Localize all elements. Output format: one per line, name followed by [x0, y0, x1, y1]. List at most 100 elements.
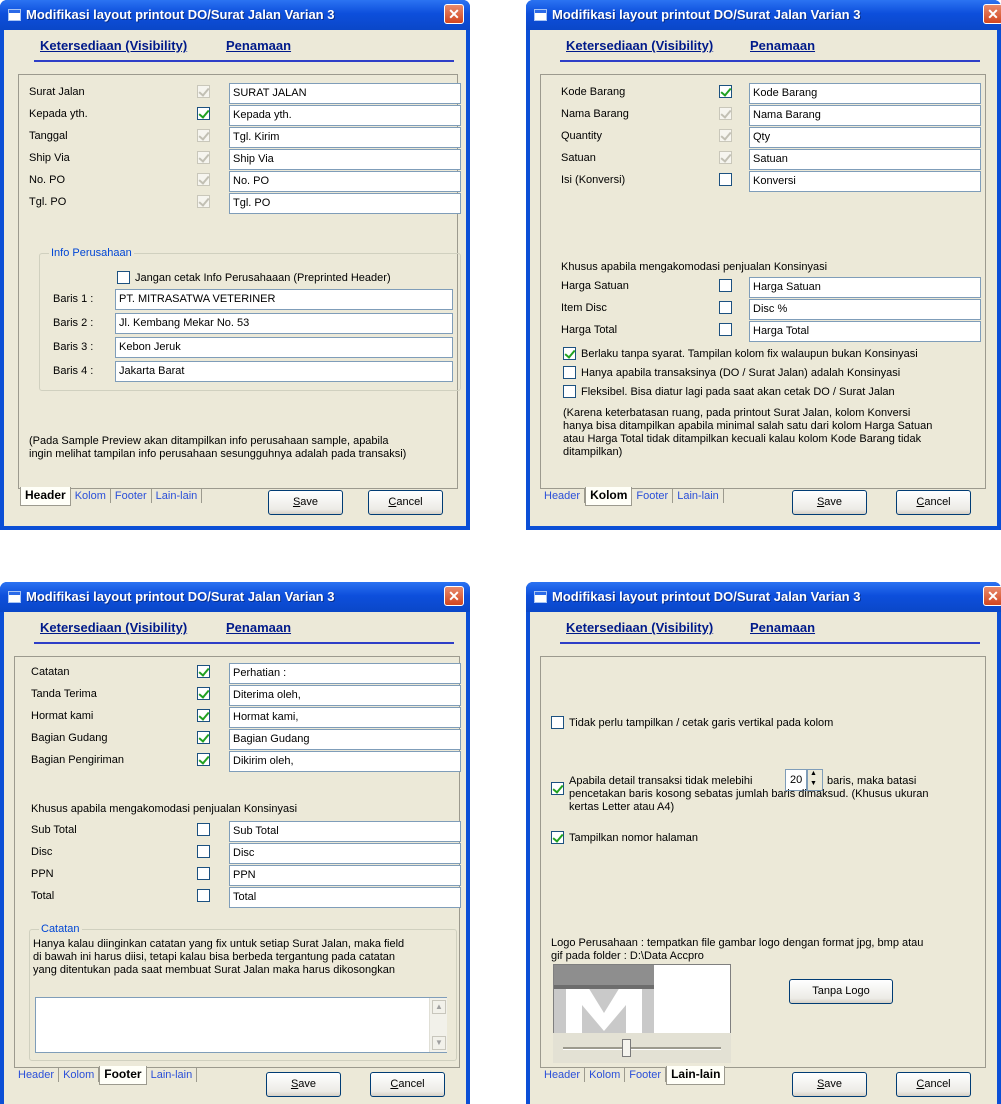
cancel-button[interactable]: Cancel: [896, 490, 971, 515]
bottom-tab-header[interactable]: Header: [540, 1068, 586, 1082]
tab-naming[interactable]: Penamaan: [750, 620, 815, 635]
kolom-konsinyasi-row-checkbox[interactable]: [719, 323, 732, 336]
kolom-row-field[interactable]: Satuan: [749, 149, 981, 170]
bottom-tab-footer[interactable]: Footer: [99, 1066, 147, 1085]
bottom-tab-header[interactable]: Header: [540, 489, 586, 503]
cancel-button[interactable]: Cancel: [896, 1072, 971, 1097]
kolom-option-checkbox[interactable]: [563, 366, 576, 379]
close-icon[interactable]: ✕: [444, 4, 464, 24]
tab-visibility[interactable]: Ketersediaan (Visibility): [40, 620, 187, 635]
header-row-checkbox[interactable]: [197, 173, 210, 186]
scroll-down-icon[interactable]: ▼: [432, 1036, 446, 1050]
bottom-tab-footer[interactable]: Footer: [111, 489, 152, 503]
bottom-tab-kolom[interactable]: Kolom: [71, 489, 111, 503]
kolom-konsinyasi-row-field[interactable]: Harga Total: [749, 321, 981, 342]
catatan-textarea[interactable]: [35, 997, 447, 1053]
footer-row-checkbox[interactable]: [197, 753, 210, 766]
footer-konsinyasi-row-checkbox[interactable]: [197, 889, 210, 902]
close-icon[interactable]: ✕: [983, 4, 1001, 24]
header-row-checkbox[interactable]: [197, 151, 210, 164]
no-print-header-checkbox[interactable]: [117, 271, 130, 284]
footer-row-checkbox[interactable]: [197, 709, 210, 722]
title-bar[interactable]: Modifikasi layout printout DO/Surat Jala…: [0, 0, 470, 30]
tab-naming[interactable]: Penamaan: [226, 620, 291, 635]
header-row-field[interactable]: SURAT JALAN: [229, 83, 461, 104]
save-button[interactable]: Save: [792, 490, 867, 515]
kolom-option-checkbox[interactable]: [563, 347, 576, 360]
header-row-field[interactable]: Kepada yth.: [229, 105, 461, 126]
bottom-tab-footer[interactable]: Footer: [625, 1068, 667, 1082]
kolom-row-checkbox[interactable]: [719, 85, 732, 98]
bottom-tab-header[interactable]: Header: [14, 1068, 60, 1082]
bottom-tab-kolom[interactable]: Kolom: [59, 1068, 100, 1082]
header-row-checkbox[interactable]: [197, 195, 210, 208]
save-button[interactable]: Save: [792, 1072, 867, 1097]
footer-row-field[interactable]: Dikirim oleh,: [229, 751, 461, 772]
page-number-checkbox[interactable]: [551, 831, 564, 844]
baris-field[interactable]: Jakarta Barat: [115, 361, 453, 382]
title-bar[interactable]: Modifikasi layout printout DO/Surat Jala…: [526, 0, 1001, 30]
logo-size-slider[interactable]: [553, 1033, 731, 1063]
bottom-tab-lain-lain[interactable]: Lain-lain: [152, 489, 203, 503]
tab-visibility[interactable]: Ketersediaan (Visibility): [566, 620, 713, 635]
kolom-row-field[interactable]: Kode Barang: [749, 83, 981, 104]
kolom-row-checkbox[interactable]: [719, 107, 732, 120]
save-button[interactable]: Save: [266, 1072, 341, 1097]
cancel-button[interactable]: Cancel: [370, 1072, 445, 1097]
close-icon[interactable]: ✕: [444, 586, 464, 606]
header-row-checkbox[interactable]: [197, 129, 210, 142]
header-row-field[interactable]: Ship Via: [229, 149, 461, 170]
kolom-konsinyasi-row-field[interactable]: Disc %: [749, 299, 981, 320]
header-row-field[interactable]: No. PO: [229, 171, 461, 192]
footer-konsinyasi-row-field[interactable]: Sub Total: [229, 821, 461, 842]
footer-row-checkbox[interactable]: [197, 687, 210, 700]
title-bar[interactable]: Modifikasi layout printout DO/Surat Jala…: [0, 582, 470, 612]
kolom-row-checkbox[interactable]: [719, 173, 732, 186]
cancel-button[interactable]: Cancel: [368, 490, 443, 515]
footer-row-field[interactable]: Hormat kami,: [229, 707, 461, 728]
save-button[interactable]: Save: [268, 490, 343, 515]
footer-konsinyasi-row-field[interactable]: PPN: [229, 865, 461, 886]
header-row-checkbox[interactable]: [197, 85, 210, 98]
catatan-scrollbar[interactable]: ▲ ▼: [429, 998, 447, 1052]
scroll-up-icon[interactable]: ▲: [432, 1000, 446, 1014]
kolom-option-checkbox[interactable]: [563, 385, 576, 398]
no-vertical-lines-checkbox[interactable]: [551, 716, 564, 729]
bottom-tab-kolom[interactable]: Kolom: [585, 1068, 626, 1082]
footer-konsinyasi-row-checkbox[interactable]: [197, 845, 210, 858]
header-row-field[interactable]: Tgl. PO: [229, 193, 461, 214]
no-logo-button[interactable]: Tanpa Logo: [789, 979, 893, 1004]
footer-konsinyasi-row-checkbox[interactable]: [197, 867, 210, 880]
bottom-tab-lain-lain[interactable]: Lain-lain: [666, 1066, 726, 1085]
footer-konsinyasi-row-checkbox[interactable]: [197, 823, 210, 836]
bottom-tab-lain-lain[interactable]: Lain-lain: [673, 489, 724, 503]
limit-rows-checkbox[interactable]: [551, 782, 564, 795]
baris-field[interactable]: Kebon Jeruk: [115, 337, 453, 358]
baris-field[interactable]: PT. MITRASATWA VETERINER: [115, 289, 453, 310]
footer-row-checkbox[interactable]: [197, 731, 210, 744]
kolom-konsinyasi-row-checkbox[interactable]: [719, 279, 732, 292]
footer-konsinyasi-row-field[interactable]: Total: [229, 887, 461, 908]
slider-thumb[interactable]: [622, 1039, 632, 1057]
title-bar[interactable]: Modifikasi layout printout DO/Surat Jala…: [526, 582, 1001, 612]
kolom-row-checkbox[interactable]: [719, 129, 732, 142]
footer-row-field[interactable]: Diterima oleh,: [229, 685, 461, 706]
footer-row-field[interactable]: Perhatian :: [229, 663, 461, 684]
close-icon[interactable]: ✕: [983, 586, 1001, 606]
tab-visibility[interactable]: Ketersediaan (Visibility): [40, 38, 187, 53]
kolom-row-field[interactable]: Nama Barang: [749, 105, 981, 126]
header-row-checkbox[interactable]: [197, 107, 210, 120]
kolom-row-checkbox[interactable]: [719, 151, 732, 164]
tab-naming[interactable]: Penamaan: [226, 38, 291, 53]
bottom-tab-kolom[interactable]: Kolom: [585, 487, 633, 506]
spin-up-icon[interactable]: ▲: [810, 770, 817, 777]
kolom-row-field[interactable]: Qty: [749, 127, 981, 148]
footer-konsinyasi-row-field[interactable]: Disc: [229, 843, 461, 864]
bottom-tab-header[interactable]: Header: [20, 487, 71, 506]
bottom-tab-footer[interactable]: Footer: [632, 489, 674, 503]
kolom-konsinyasi-row-checkbox[interactable]: [719, 301, 732, 314]
footer-row-checkbox[interactable]: [197, 665, 210, 678]
kolom-row-field[interactable]: Konversi: [749, 171, 981, 192]
footer-row-field[interactable]: Bagian Gudang: [229, 729, 461, 750]
header-row-field[interactable]: Tgl. Kirim: [229, 127, 461, 148]
